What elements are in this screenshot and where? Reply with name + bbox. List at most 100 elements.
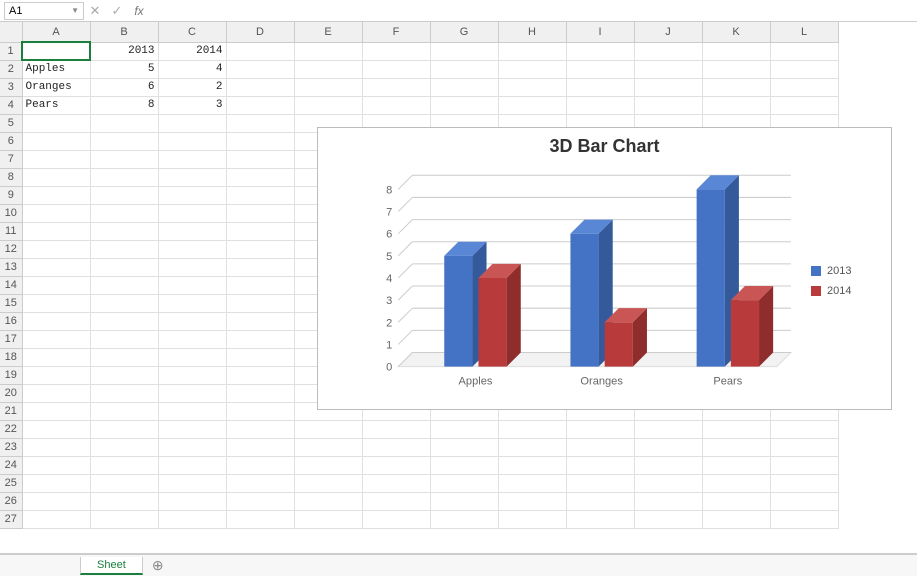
cell-D17[interactable] xyxy=(226,330,294,348)
cell-B25[interactable] xyxy=(90,474,158,492)
cell-A5[interactable] xyxy=(22,114,90,132)
sheet-tab[interactable]: Sheet xyxy=(80,557,143,575)
cell-F22[interactable] xyxy=(362,420,430,438)
cell-C9[interactable] xyxy=(158,186,226,204)
cell-I2[interactable] xyxy=(566,60,634,78)
cell-D16[interactable] xyxy=(226,312,294,330)
cell-D1[interactable] xyxy=(226,42,294,60)
cell-C17[interactable] xyxy=(158,330,226,348)
cell-C19[interactable] xyxy=(158,366,226,384)
cell-G1[interactable] xyxy=(430,42,498,60)
cell-L25[interactable] xyxy=(770,474,838,492)
cell-G26[interactable] xyxy=(430,492,498,510)
cell-A12[interactable] xyxy=(22,240,90,258)
cell-A3[interactable]: Oranges xyxy=(22,78,90,96)
cell-B15[interactable] xyxy=(90,294,158,312)
name-box[interactable]: A1 ▼ xyxy=(4,2,84,20)
cell-B12[interactable] xyxy=(90,240,158,258)
cell-F26[interactable] xyxy=(362,492,430,510)
col-head-D[interactable]: D xyxy=(226,22,294,42)
row-head-19[interactable]: 19 xyxy=(0,366,22,384)
cell-K27[interactable] xyxy=(702,510,770,528)
cell-A1[interactable] xyxy=(22,42,90,60)
cell-F25[interactable] xyxy=(362,474,430,492)
cell-B17[interactable] xyxy=(90,330,158,348)
cell-K1[interactable] xyxy=(702,42,770,60)
cell-A15[interactable] xyxy=(22,294,90,312)
cell-A14[interactable] xyxy=(22,276,90,294)
cell-B16[interactable] xyxy=(90,312,158,330)
cell-H26[interactable] xyxy=(498,492,566,510)
cell-E4[interactable] xyxy=(294,96,362,114)
cell-K23[interactable] xyxy=(702,438,770,456)
cell-B27[interactable] xyxy=(90,510,158,528)
row-head-9[interactable]: 9 xyxy=(0,186,22,204)
cell-D15[interactable] xyxy=(226,294,294,312)
cell-D25[interactable] xyxy=(226,474,294,492)
cell-B10[interactable] xyxy=(90,204,158,222)
cell-A19[interactable] xyxy=(22,366,90,384)
row-head-3[interactable]: 3 xyxy=(0,78,22,96)
cell-B1[interactable]: 2013 xyxy=(90,42,158,60)
cell-J1[interactable] xyxy=(634,42,702,60)
cell-C24[interactable] xyxy=(158,456,226,474)
cell-D5[interactable] xyxy=(226,114,294,132)
cell-H4[interactable] xyxy=(498,96,566,114)
cell-H2[interactable] xyxy=(498,60,566,78)
cell-K24[interactable] xyxy=(702,456,770,474)
cell-F2[interactable] xyxy=(362,60,430,78)
cell-J26[interactable] xyxy=(634,492,702,510)
cell-D13[interactable] xyxy=(226,258,294,276)
cell-L27[interactable] xyxy=(770,510,838,528)
row-head-16[interactable]: 16 xyxy=(0,312,22,330)
cell-B2[interactable]: 5 xyxy=(90,60,158,78)
cell-D12[interactable] xyxy=(226,240,294,258)
row-head-11[interactable]: 11 xyxy=(0,222,22,240)
row-head-2[interactable]: 2 xyxy=(0,60,22,78)
row-head-5[interactable]: 5 xyxy=(0,114,22,132)
cell-A27[interactable] xyxy=(22,510,90,528)
cell-B23[interactable] xyxy=(90,438,158,456)
row-head-8[interactable]: 8 xyxy=(0,168,22,186)
col-head-B[interactable]: B xyxy=(90,22,158,42)
col-head-L[interactable]: L xyxy=(770,22,838,42)
cell-J23[interactable] xyxy=(634,438,702,456)
cell-C22[interactable] xyxy=(158,420,226,438)
cell-L4[interactable] xyxy=(770,96,838,114)
cell-B26[interactable] xyxy=(90,492,158,510)
row-head-14[interactable]: 14 xyxy=(0,276,22,294)
cell-G24[interactable] xyxy=(430,456,498,474)
cell-B20[interactable] xyxy=(90,384,158,402)
cell-A16[interactable] xyxy=(22,312,90,330)
cell-C10[interactable] xyxy=(158,204,226,222)
col-head-G[interactable]: G xyxy=(430,22,498,42)
cell-A24[interactable] xyxy=(22,456,90,474)
cell-H25[interactable] xyxy=(498,474,566,492)
cell-E22[interactable] xyxy=(294,420,362,438)
chevron-down-icon[interactable]: ▼ xyxy=(71,6,79,15)
row-head-7[interactable]: 7 xyxy=(0,150,22,168)
cell-E1[interactable] xyxy=(294,42,362,60)
cell-C16[interactable] xyxy=(158,312,226,330)
cell-C20[interactable] xyxy=(158,384,226,402)
row-head-22[interactable]: 22 xyxy=(0,420,22,438)
add-sheet-button[interactable]: ⊕ xyxy=(143,557,173,574)
cell-A23[interactable] xyxy=(22,438,90,456)
cell-C13[interactable] xyxy=(158,258,226,276)
row-head-21[interactable]: 21 xyxy=(0,402,22,420)
cell-H24[interactable] xyxy=(498,456,566,474)
cell-E23[interactable] xyxy=(294,438,362,456)
cell-K26[interactable] xyxy=(702,492,770,510)
fx-icon[interactable]: fx xyxy=(128,4,150,18)
cell-D14[interactable] xyxy=(226,276,294,294)
col-head-F[interactable]: F xyxy=(362,22,430,42)
cell-J24[interactable] xyxy=(634,456,702,474)
cell-A4[interactable]: Pears xyxy=(22,96,90,114)
row-head-10[interactable]: 10 xyxy=(0,204,22,222)
cell-B19[interactable] xyxy=(90,366,158,384)
cell-B21[interactable] xyxy=(90,402,158,420)
cell-D22[interactable] xyxy=(226,420,294,438)
chart-object[interactable]: 3D Bar Chart 012345678ApplesOrangesPears… xyxy=(317,127,892,410)
cell-C26[interactable] xyxy=(158,492,226,510)
cell-J22[interactable] xyxy=(634,420,702,438)
